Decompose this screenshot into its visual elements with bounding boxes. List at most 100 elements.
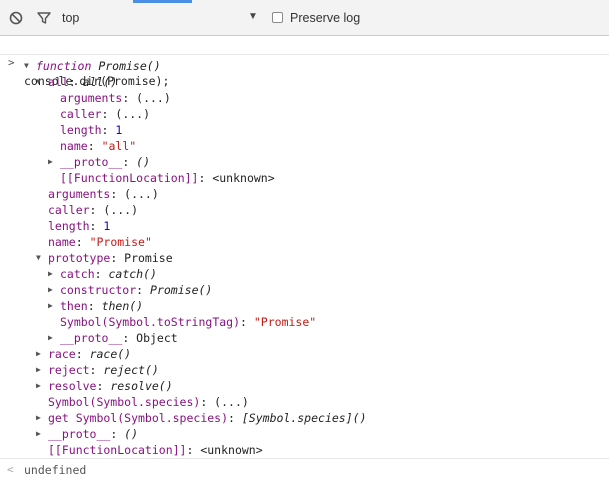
tree-node[interactable]: ▶ then: then(): [48, 298, 609, 314]
filter-icon[interactable]: [36, 10, 52, 26]
expand-down-icon[interactable]: ▼: [24, 58, 36, 74]
tree-node[interactable]: ▼ all: all(): [36, 74, 609, 90]
tree-node[interactable]: ▶ __proto__: (): [48, 154, 609, 170]
tree-node-text: :: [228, 411, 242, 425]
tree-node-text: :: [240, 315, 254, 329]
tree-node[interactable]: ▶ race: race(): [36, 346, 609, 362]
tree-node-text: :: [136, 283, 151, 297]
expand-right-icon[interactable]: ▶: [36, 362, 48, 378]
tree-node-text: then(): [101, 299, 144, 313]
tree-node-text: resolve(): [110, 379, 173, 393]
tree-node-text: : (...): [101, 107, 151, 121]
tree-node-text: : (...): [89, 203, 139, 217]
tree-node-text: race: [48, 347, 76, 361]
tree-node[interactable]: ▶ constructor: Promise(): [48, 282, 609, 298]
expand-right-icon[interactable]: ▶: [36, 410, 48, 426]
command-entry: > console.dir(Promise);: [0, 36, 609, 88]
tree-node-text: then: [60, 299, 88, 313]
tree-node[interactable]: ▼ prototype: Promise: [36, 250, 609, 266]
tree-node-text: all: [48, 75, 69, 89]
tree-node-text: Symbol(Symbol.toStringTag): [60, 315, 241, 329]
tree-node: [[FunctionLocation]]: <unknown>: [48, 170, 609, 186]
tree-node[interactable]: ▶ get Symbol(Symbol.species): [Symbol.spe…: [36, 410, 609, 426]
tree-node-text: arguments: [60, 91, 123, 105]
tree-node-text: :: [68, 75, 83, 89]
tree-node-text: caller: [60, 107, 102, 121]
tree-node-text: 1: [103, 219, 111, 233]
tree-node: name: "Promise": [36, 234, 609, 250]
tree-node-text: :: [89, 219, 104, 233]
expand-right-icon[interactable]: ▶: [36, 346, 48, 362]
tree-node[interactable]: ▼ function Promise(): [24, 58, 609, 74]
tree-node-text: :: [87, 139, 102, 153]
tree-node-text: Symbol(Symbol.species): [48, 395, 201, 409]
expand-down-icon[interactable]: ▼: [36, 250, 48, 266]
tree-node-text: __proto__: [60, 331, 123, 345]
expand-right-icon[interactable]: ▶: [36, 378, 48, 394]
tree-node[interactable]: ▶ __proto__: (): [36, 426, 609, 442]
tree-node: length: 1: [36, 218, 609, 234]
expand-down-icon[interactable]: ▼: [36, 74, 48, 90]
tree-node-text: reject: [48, 363, 90, 377]
tree-node-text: :: [75, 235, 90, 249]
tree-node-text: [Symbol.species](): [241, 411, 367, 425]
tree-node-text: : (...): [110, 187, 159, 201]
tree-node-text: "Promise": [253, 315, 317, 329]
tree-node-text: 1: [115, 123, 123, 137]
active-tab-indicator: [133, 0, 192, 3]
tree-node: Symbol(Symbol.species): (...): [36, 394, 609, 410]
tree-node[interactable]: ▶ __proto__: Object: [48, 330, 609, 346]
tree-node-text: :: [75, 347, 90, 361]
tree-node-text: caller: [48, 203, 90, 217]
tree-node-text: : Object: [122, 331, 178, 345]
tree-node-text: [[FunctionLocation]]: [60, 171, 199, 185]
tree-node[interactable]: ▶ resolve: resolve(): [36, 378, 609, 394]
prompt-icon: >: [8, 56, 15, 69]
preserve-log-checkbox[interactable]: [272, 12, 283, 23]
tree-node: length: 1: [48, 122, 609, 138]
tree-node-text: "Promise": [89, 235, 152, 249]
console-messages: > console.dir(Promise); ▼ function Promis…: [0, 36, 609, 480]
console-toolbar: top ▼ Preserve log: [0, 0, 609, 36]
expand-right-icon[interactable]: ▶: [48, 298, 60, 314]
expand-right-icon[interactable]: ▶: [48, 330, 60, 346]
tree-node-text: : <unknown>: [186, 443, 263, 457]
tree-node: [[FunctionLocation]]: <unknown>: [36, 442, 609, 458]
expand-right-icon[interactable]: ▶: [48, 282, 60, 298]
tree-node-text: __proto__: [48, 427, 111, 441]
tree-node-text: Promise(): [98, 59, 161, 73]
preserve-log-label[interactable]: Preserve log: [290, 11, 360, 25]
tree-node[interactable]: ▶ reject: reject(): [36, 362, 609, 378]
tree-node-text: length: [48, 219, 90, 233]
result-value: undefined: [24, 463, 87, 477]
expand-right-icon[interactable]: ▶: [36, 426, 48, 442]
tree-node-text: constructor: [60, 283, 137, 297]
tree-node-text: Promise(): [150, 283, 213, 297]
result-entry: < undefined: [0, 458, 609, 481]
tree-node: arguments: (...): [48, 90, 609, 106]
tree-node-text: length: [60, 123, 102, 137]
expand-right-icon[interactable]: ▶: [48, 266, 60, 282]
tree-node-text: catch: [60, 267, 95, 281]
chevron-down-icon[interactable]: ▼: [248, 11, 258, 22]
tree-node-text: :: [110, 427, 125, 441]
expand-right-icon[interactable]: ▶: [48, 154, 60, 170]
tree-node-text: :: [89, 363, 104, 377]
tree-node-text: get Symbol(Symbol.species): [48, 411, 229, 425]
context-selector[interactable]: top: [62, 11, 79, 25]
tree-node-text: resolve: [48, 379, 97, 393]
tree-node-text: :: [122, 155, 137, 169]
tree-node: name: "all": [48, 138, 609, 154]
tree-node[interactable]: ▶ catch: catch(): [48, 266, 609, 282]
block-icon[interactable]: [8, 10, 24, 26]
tree-node-text: : (...): [122, 91, 171, 105]
tree-node-text: [[FunctionLocation]]: [48, 443, 187, 457]
tree-node: caller: (...): [36, 202, 609, 218]
tree-node-text: catch(): [108, 267, 157, 281]
tree-node: Symbol(Symbol.toStringTag): "Promise": [48, 314, 609, 330]
tree-node-text: : Promise: [110, 251, 173, 265]
tree-node-text: :: [87, 299, 102, 313]
tree-node: arguments: (...): [36, 186, 609, 202]
tree-node-text: prototype: [48, 251, 111, 265]
tree-node-text: reject(): [103, 363, 159, 377]
